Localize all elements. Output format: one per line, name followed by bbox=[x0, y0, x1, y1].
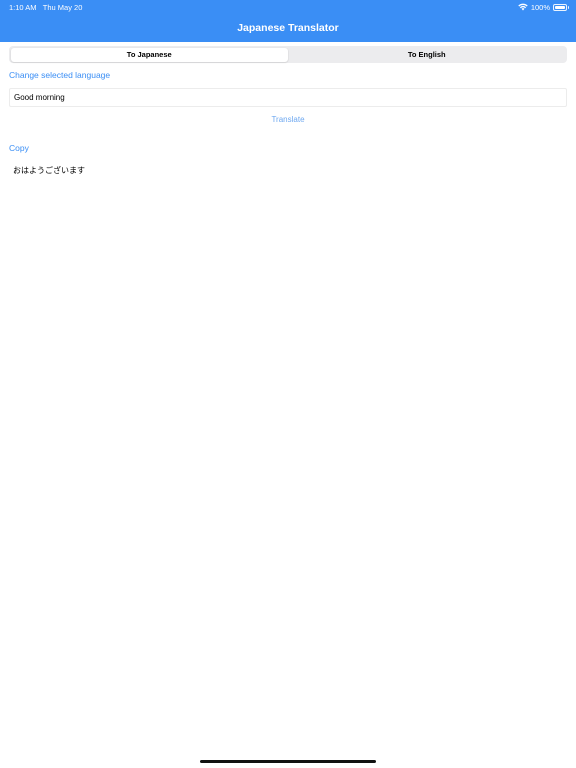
translation-output: おはようございます bbox=[13, 166, 85, 175]
copy-button[interactable]: Copy bbox=[9, 143, 29, 153]
translate-button[interactable]: Translate bbox=[0, 115, 576, 124]
status-indicators: 100% bbox=[518, 2, 569, 12]
page-title: Japanese Translator bbox=[237, 22, 339, 34]
status-time: 1:10 AM bbox=[9, 3, 37, 12]
home-indicator[interactable] bbox=[200, 760, 376, 763]
segment-to-japanese[interactable]: To Japanese bbox=[10, 47, 288, 62]
wifi-icon bbox=[518, 3, 528, 11]
source-text-input[interactable] bbox=[9, 88, 567, 107]
status-time-date: 1:10 AM Thu May 20 bbox=[9, 3, 82, 12]
change-language-button[interactable]: Change selected language bbox=[9, 70, 110, 80]
segment-to-english[interactable]: To English bbox=[288, 48, 566, 62]
battery-percentage: 100% bbox=[530, 2, 550, 12]
status-date: Thu May 20 bbox=[42, 3, 83, 12]
direction-segmented-control: To Japanese To English bbox=[9, 46, 567, 63]
battery-full-icon bbox=[553, 3, 569, 11]
navigation-header: 1:10 AM Thu May 20 100% Japanese Transla… bbox=[0, 0, 576, 42]
